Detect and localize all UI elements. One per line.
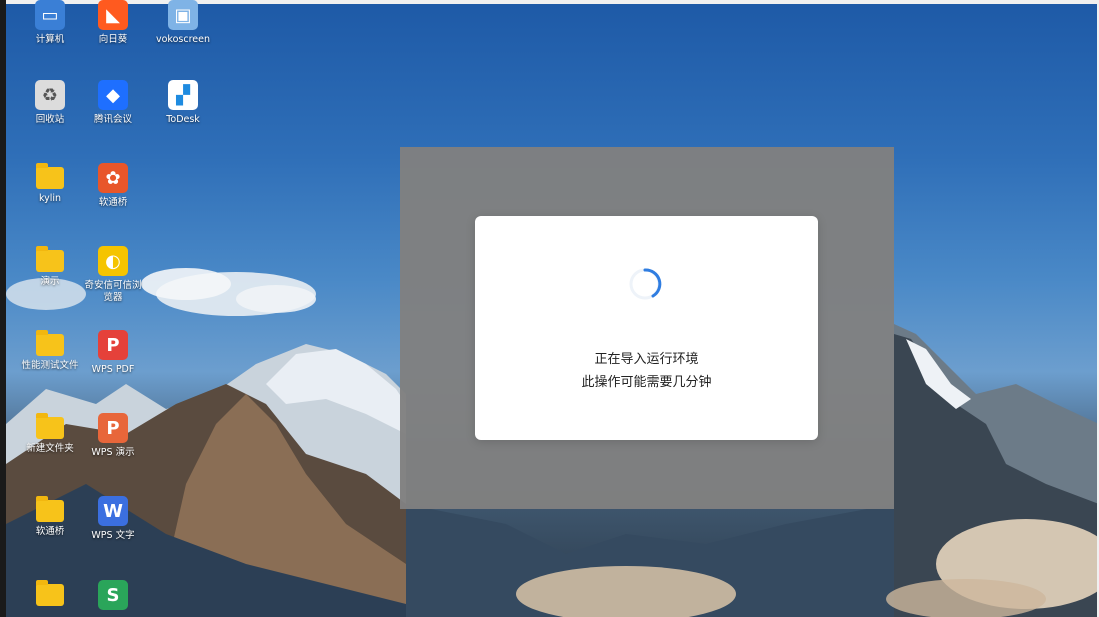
wps-pdf-icon: P bbox=[98, 330, 128, 360]
folder-icon bbox=[36, 496, 64, 522]
loading-dialog: 正在导入运行环境 此操作可能需要几分钟 bbox=[475, 216, 818, 440]
desktop-icon-0[interactable]: ▭ 计算机 bbox=[14, 0, 86, 46]
desktop-icon-2[interactable]: ▣ vokoscreen bbox=[147, 0, 219, 46]
folder-icon bbox=[36, 580, 64, 606]
desktop-icon-16[interactable] bbox=[14, 580, 86, 610]
desktop-icon-13[interactable]: P WPS 演示 bbox=[77, 413, 149, 459]
trash-icon: ♻ bbox=[35, 80, 65, 110]
desktop-icon-label: 计算机 bbox=[35, 34, 65, 45]
desktop-icon-label: 回收站 bbox=[35, 114, 65, 125]
vokoscreen-icon: ▣ bbox=[168, 0, 198, 30]
folder-icon bbox=[36, 246, 64, 272]
desktop-icon-8[interactable]: 演示 bbox=[14, 246, 86, 288]
desktop-icon-6[interactable]: kylin bbox=[14, 163, 86, 205]
desktop-icon-label: 性能测试文件 bbox=[21, 360, 79, 371]
desktop-icon-label: kylin bbox=[38, 193, 62, 204]
desktop-icon-14[interactable]: 软通桥 bbox=[14, 496, 86, 538]
desktop-icon-label: WPS PDF bbox=[91, 364, 135, 375]
computer-icon: ▭ bbox=[35, 0, 65, 30]
desktop-icon-9[interactable]: ◐ 奇安信可信浏览器 bbox=[77, 246, 149, 304]
desktop-icon-7[interactable]: ✿ 软通桥 bbox=[77, 163, 149, 209]
desktop-icon-label: 新建文件夹 bbox=[26, 443, 74, 454]
loading-message-line2: 此操作可能需要几分钟 bbox=[581, 375, 712, 390]
desktop-icon-4[interactable]: ◆ 腾讯会议 bbox=[77, 80, 149, 126]
wps-spreadsheet-icon: S bbox=[98, 580, 128, 610]
desktop-icon-label: WPS 演示 bbox=[91, 447, 135, 458]
wps-writer-icon: W bbox=[98, 496, 128, 526]
browser-icon: ◐ bbox=[98, 246, 128, 276]
sunflower-icon: ◣ bbox=[98, 0, 128, 30]
desktop-icon-17[interactable]: S bbox=[77, 580, 149, 614]
desktop-icon-label: 软通桥 bbox=[98, 197, 128, 208]
desktop-icon-11[interactable]: P WPS PDF bbox=[77, 330, 149, 376]
desktop-icon-1[interactable]: ◣ 向日葵 bbox=[77, 0, 149, 46]
desktop-icon-5[interactable]: ▞ ToDesk bbox=[147, 80, 219, 126]
wps-presentation-icon: P bbox=[98, 413, 128, 443]
desktop-icon-label: 软通桥 bbox=[35, 526, 65, 537]
folder-icon bbox=[36, 413, 64, 439]
desktop-icon-label: 向日葵 bbox=[98, 34, 128, 45]
ruantongqiao-icon: ✿ bbox=[98, 163, 128, 193]
tencent-meeting-icon: ◆ bbox=[98, 80, 128, 110]
desktop-icon-label: 腾讯会议 bbox=[93, 114, 132, 125]
desktop-icon-12[interactable]: 新建文件夹 bbox=[14, 413, 86, 455]
desktop-icon-label: WPS 文字 bbox=[91, 530, 135, 541]
folder-icon bbox=[36, 330, 64, 356]
folder-icon bbox=[36, 163, 64, 189]
loading-spinner-icon bbox=[629, 268, 662, 300]
desktop-icon-10[interactable]: 性能测试文件 bbox=[14, 330, 86, 372]
desktop-icon-label: 奇安信可信浏览器 bbox=[84, 280, 142, 303]
desktop-icon-label: 演示 bbox=[40, 276, 60, 287]
desktop-icon-3[interactable]: ♻ 回收站 bbox=[14, 80, 86, 126]
desktop-icon-label: ToDesk bbox=[166, 114, 200, 125]
desktop-icon-15[interactable]: W WPS 文字 bbox=[77, 496, 149, 542]
todesk-icon: ▞ bbox=[168, 80, 198, 110]
loading-message-line1: 正在导入运行环境 bbox=[594, 352, 699, 367]
desktop-icon-label: vokoscreen bbox=[156, 34, 210, 45]
